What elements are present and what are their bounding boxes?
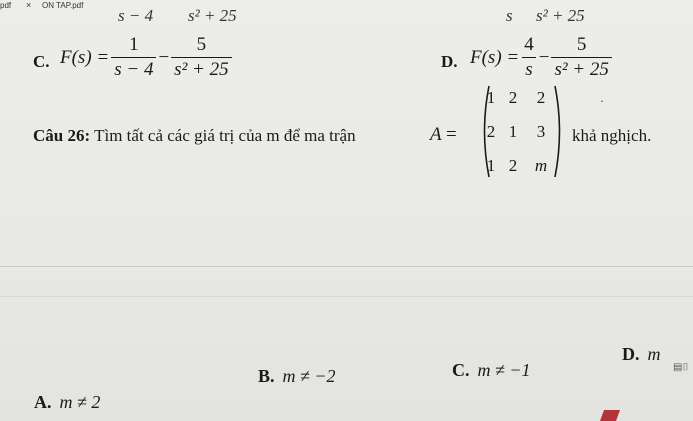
- fraction-1: 4 s: [521, 34, 537, 81]
- tab-on-tap-pdf[interactable]: ON TAP.pdf: [42, 1, 83, 10]
- numerator: 1: [129, 34, 139, 55]
- matrix-cell: 1: [486, 156, 496, 175]
- close-icon[interactable]: ×: [26, 0, 31, 10]
- option-c-label: C.: [33, 52, 50, 71]
- matrix-cell: 2: [508, 156, 518, 175]
- stray-dot: ·: [600, 94, 604, 108]
- answer-c-label: C.: [452, 360, 470, 380]
- question-text: Câu 26: Tìm tất cả các giá trị của m để …: [33, 126, 356, 146]
- matrix-cell: 2: [508, 88, 518, 107]
- numerator: 5: [196, 34, 207, 55]
- question-number: Câu 26:: [33, 126, 91, 145]
- numerator: 5: [576, 34, 587, 55]
- red-marker: [599, 410, 621, 421]
- answer-d-label: D.: [622, 344, 640, 364]
- section-divider: [0, 296, 693, 297]
- answer-a[interactable]: A. m ≠ 2: [34, 392, 100, 413]
- matrix-cell: 3: [536, 122, 546, 141]
- option-d-label: D.: [441, 52, 458, 71]
- section-divider: [0, 266, 693, 267]
- tab-pdf[interactable]: pdf: [0, 1, 11, 10]
- answer-c-value: m ≠ −1: [477, 360, 531, 380]
- numerator: 4: [524, 34, 534, 55]
- matrix-cell: 2: [486, 122, 496, 141]
- answer-b[interactable]: B. m ≠ −2: [258, 366, 336, 387]
- option-d-formula: F(s) = 4 s − 5 s² + 25: [470, 34, 614, 81]
- cutoff-denominator-4: s² + 25: [536, 6, 585, 25]
- answer-d[interactable]: D. m: [622, 344, 661, 365]
- question-body: Tìm tất cả các giá trị của m để ma trận: [90, 126, 356, 145]
- answer-c[interactable]: C. m ≠ −1: [452, 360, 531, 381]
- option-c-formula: F(s) = 1 s − 4 − 5 s² + 25: [60, 34, 234, 81]
- page-tools[interactable]: ▤⌷: [673, 362, 691, 376]
- denominator: s² + 25: [171, 57, 232, 81]
- matrix-cell: m: [534, 156, 548, 175]
- minus-sign: −: [158, 46, 170, 68]
- denominator: s − 4: [111, 57, 157, 81]
- matrix-name: A: [430, 124, 442, 145]
- fraction-2: 5 s² + 25: [551, 34, 612, 81]
- function-lhs: F(s) =: [470, 46, 520, 68]
- answer-d-value: m: [647, 344, 661, 364]
- answer-a-label: A.: [34, 392, 52, 412]
- matrix-cell: 1: [508, 122, 518, 141]
- fraction-2: 5 s² + 25: [171, 34, 232, 81]
- fraction-1: 1 s − 4: [111, 34, 157, 81]
- minus-sign: −: [538, 46, 550, 68]
- cutoff-denominator-3: s: [506, 6, 513, 25]
- equals-sign: =: [446, 124, 457, 145]
- matrix-a: 1 2 2 2 1 3 1 2 m: [479, 84, 565, 179]
- cutoff-denominator-1: s − 4: [118, 6, 154, 25]
- cutoff-denominator-2: s² + 25: [188, 6, 237, 25]
- matrix-cell: 2: [536, 88, 546, 107]
- denominator: s² + 25: [551, 57, 612, 81]
- function-lhs: F(s) =: [60, 46, 110, 68]
- answer-b-value: m ≠ −2: [282, 366, 336, 386]
- matrix-cell: 1: [486, 88, 496, 107]
- answer-a-value: m ≠ 2: [59, 392, 101, 412]
- denominator: s: [522, 57, 536, 81]
- question-tail: khả nghịch.: [572, 126, 652, 145]
- document-page: pdf × ON TAP.pdf s − 4 s² + 25 s s² + 25…: [0, 0, 693, 421]
- answer-b-label: B.: [258, 366, 275, 386]
- bookmark-icon[interactable]: ⌷: [682, 362, 688, 373]
